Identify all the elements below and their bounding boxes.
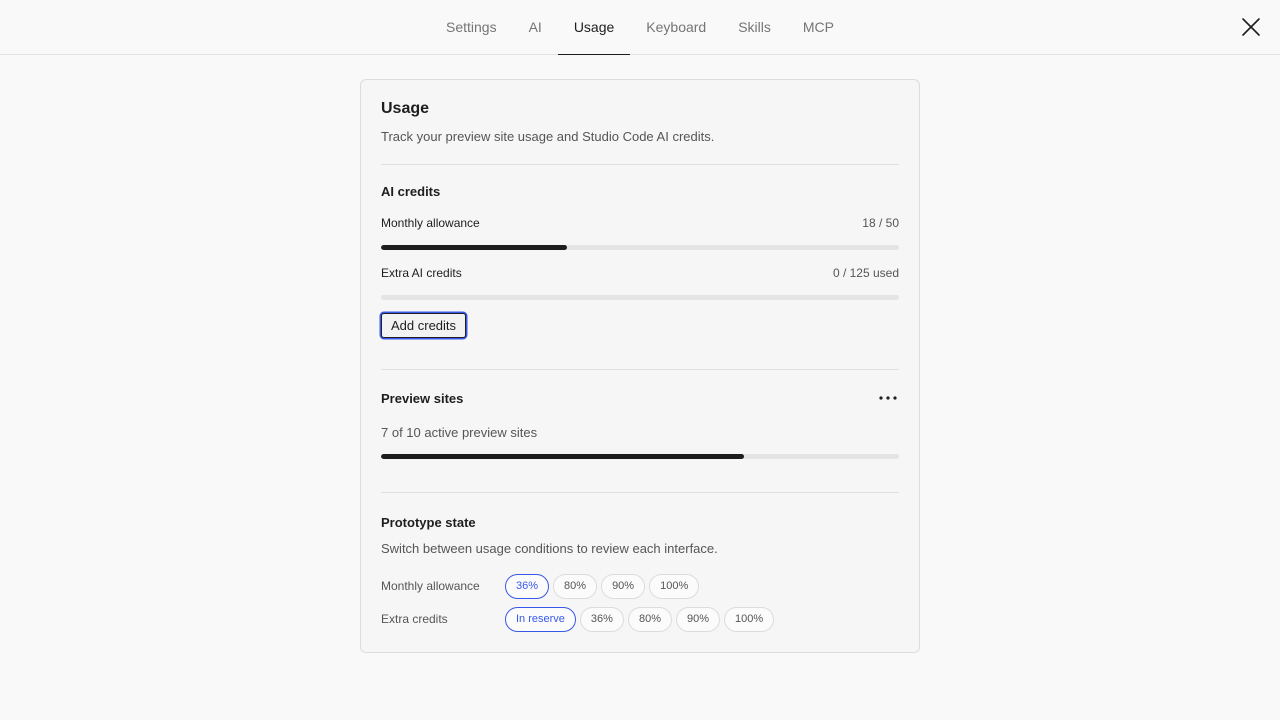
- extra-credits-option[interactable]: In reserve: [505, 606, 576, 632]
- preview-sites-title: Preview sites: [381, 391, 464, 406]
- page-title: Usage: [381, 100, 430, 117]
- monthly-allowance-option[interactable]: 36%: [505, 573, 550, 599]
- extra-credits-options-label: Extra credits: [381, 612, 448, 626]
- preview-sites-more-button[interactable]: [877, 388, 899, 408]
- monthly-allowance-fill: [381, 245, 568, 250]
- preview-sites-summary: 7 of 10 active preview sites: [381, 425, 538, 440]
- prototype-state-description: Switch between usage conditions to revie…: [381, 541, 718, 556]
- close-button[interactable]: [1240, 16, 1262, 38]
- preview-sites-fill: [381, 454, 744, 459]
- tab-skills[interactable]: Skills: [722, 0, 787, 54]
- prototype-state-title: Prototype state: [381, 515, 476, 530]
- divider: [381, 492, 899, 493]
- divider: [381, 369, 899, 370]
- monthly-allowance-option[interactable]: 80%: [553, 573, 598, 599]
- monthly-allowance-value: 18 / 50: [862, 216, 899, 230]
- extra-credits-option[interactable]: 36%: [579, 606, 624, 632]
- extra-credits-progress: [381, 295, 899, 300]
- tab-mcp[interactable]: MCP: [787, 0, 850, 54]
- monthly-allowance-options: 36% 80% 90% 100%: [505, 573, 700, 599]
- monthly-allowance-options-row: Monthly allowance 36% 80% 90% 100%: [381, 573, 899, 599]
- tab-ai[interactable]: AI: [513, 0, 558, 54]
- extra-credits-option[interactable]: 100%: [724, 606, 775, 632]
- tab-keyboard[interactable]: Keyboard: [630, 0, 722, 54]
- close-icon: [1242, 18, 1260, 36]
- extra-credits-option[interactable]: 80%: [627, 606, 672, 632]
- monthly-allowance-option[interactable]: 90%: [601, 573, 646, 599]
- page-description: Track your preview site usage and Studio…: [381, 129, 715, 144]
- tab-settings[interactable]: Settings: [430, 0, 513, 54]
- tab-usage[interactable]: Usage: [557, 0, 631, 55]
- usage-card: Usage Track your preview site usage and …: [360, 79, 920, 653]
- more-horizontal-icon: [879, 396, 897, 400]
- divider: [381, 164, 899, 165]
- ai-credits-title: AI credits: [381, 184, 441, 199]
- tab-bar: Settings AI Usage Keyboard Skills MCP: [0, 0, 1280, 55]
- top-bar: Settings AI Usage Keyboard Skills MCP: [0, 0, 1280, 55]
- monthly-allowance-option[interactable]: 100%: [649, 573, 700, 599]
- monthly-allowance-options-label: Monthly allowance: [381, 579, 480, 593]
- add-credits-button[interactable]: Add credits: [381, 313, 467, 338]
- extra-credits-value: 0 / 125 used: [832, 266, 899, 280]
- extra-credits-label: Extra AI credits: [381, 266, 462, 280]
- preview-sites-progress: [381, 454, 899, 459]
- extra-credits-option[interactable]: 90%: [675, 606, 721, 632]
- extra-credits-options-row: Extra credits In reserve 36% 80% 90% 100%: [381, 606, 899, 632]
- monthly-allowance-progress: [381, 245, 899, 250]
- monthly-allowance-label: Monthly allowance: [381, 216, 480, 230]
- extra-credits-options: In reserve 36% 80% 90% 100%: [505, 606, 775, 632]
